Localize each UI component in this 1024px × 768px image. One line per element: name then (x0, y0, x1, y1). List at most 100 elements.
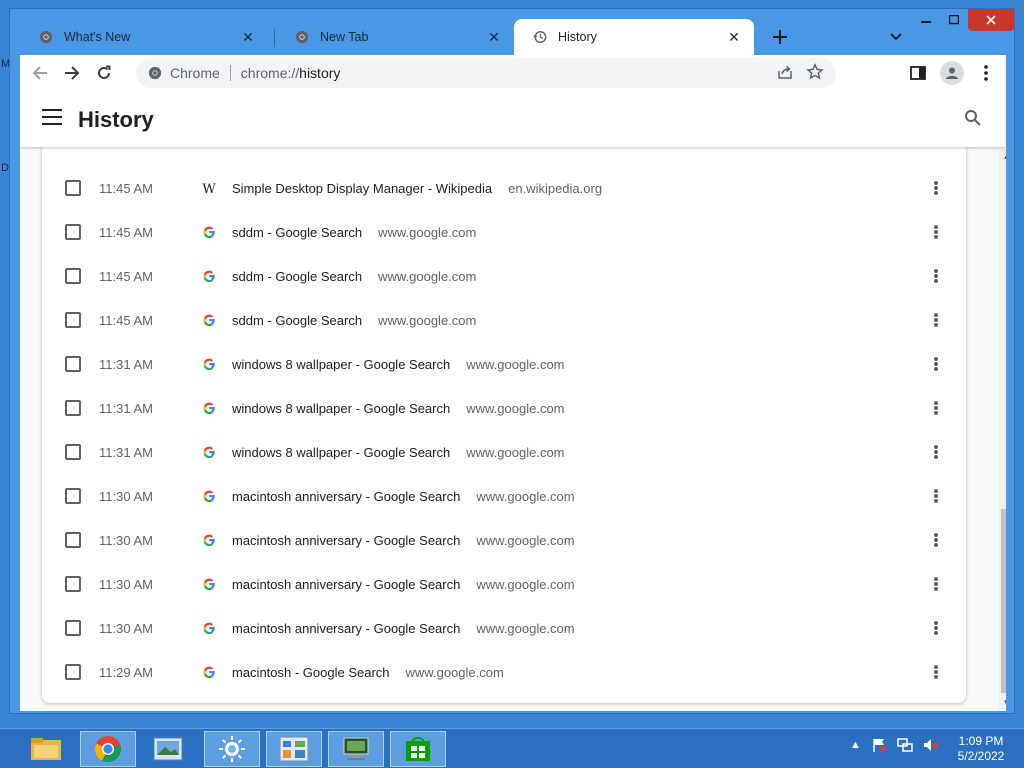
tab-whats-new[interactable]: What's New ✕ (20, 19, 268, 55)
history-row[interactable]: 11:45 AM sddm - Google Search www.google.c… (42, 298, 966, 342)
google-icon (201, 576, 217, 592)
entry-title-link[interactable]: Simple Desktop Display Manager - Wikiped… (232, 181, 492, 196)
chrome-menu-button[interactable] (970, 57, 1002, 89)
row-checkbox[interactable] (65, 356, 81, 372)
row-checkbox[interactable] (65, 180, 81, 196)
more-actions-icon[interactable] (932, 266, 940, 286)
scroll-up-arrow[interactable]: ▲ (999, 149, 1006, 163)
row-checkbox[interactable] (65, 400, 81, 416)
entry-title-link[interactable]: sddm - Google Search (232, 225, 362, 240)
history-row[interactable]: 11:45 AM sddm - Google Search www.google.c… (42, 254, 966, 298)
taskbar-control-panel[interactable] (266, 731, 322, 767)
back-button[interactable] (24, 57, 56, 89)
more-actions-icon[interactable] (932, 222, 940, 242)
row-checkbox[interactable] (65, 488, 81, 504)
tab-history[interactable]: History ✕ (514, 19, 754, 55)
row-checkbox[interactable] (65, 268, 81, 284)
history-entry: sddm - Google Search www.google.com (232, 225, 476, 240)
history-row[interactable]: 11:30 AM macintosh anniversary - Google S… (42, 474, 966, 518)
entry-title-link[interactable]: sddm - Google Search (232, 269, 362, 284)
share-icon[interactable] (776, 63, 794, 81)
entry-domain: www.google.com (476, 576, 575, 592)
new-tab-button[interactable] (768, 25, 792, 49)
reload-button[interactable] (88, 57, 120, 89)
history-row[interactable]: 11:31 AM windows 8 wallpaper - Google Sea… (42, 430, 966, 474)
taskbar-store[interactable] (390, 731, 446, 767)
history-row[interactable]: 11:29 AM macintosh - Google Search www.goo… (42, 650, 966, 694)
address-bar[interactable]: Chrome chrome://history (136, 58, 836, 88)
side-panel-button[interactable] (902, 57, 934, 89)
entry-title-link[interactable]: macintosh anniversary - Google Search (232, 489, 460, 504)
more-actions-icon[interactable] (932, 398, 940, 418)
entry-title-link[interactable]: macintosh anniversary - Google Search (232, 577, 460, 592)
action-center-flag-icon[interactable] (871, 737, 887, 753)
toolbar: Chrome chrome://history (20, 55, 1006, 91)
row-checkbox[interactable] (65, 312, 81, 328)
scrollbar[interactable]: ▲ ▼ (999, 149, 1006, 709)
more-actions-icon[interactable] (932, 310, 940, 330)
scroll-thumb[interactable] (1001, 509, 1006, 693)
google-icon (201, 312, 217, 328)
tab-search-button[interactable] (886, 27, 906, 47)
row-checkbox[interactable] (65, 664, 81, 680)
tab-close-icon[interactable]: ✕ (240, 29, 256, 46)
taskbar-image-viewer[interactable] (140, 731, 196, 767)
history-row[interactable]: 11:45 AM sddm - Google Search www.google.c… (42, 210, 966, 254)
history-row[interactable]: 11:30 AM macintosh anniversary - Google S… (42, 606, 966, 650)
row-checkbox[interactable] (65, 576, 81, 592)
tab-new-tab[interactable]: New Tab ✕ (276, 19, 514, 55)
entry-title-link[interactable]: macintosh anniversary - Google Search (232, 533, 460, 548)
history-entry: windows 8 wallpaper - Google Search www.g… (232, 357, 565, 372)
tab-close-icon[interactable]: ✕ (486, 29, 502, 46)
history-entry: sddm - Google Search www.google.com (232, 313, 476, 328)
entry-title-link[interactable]: windows 8 wallpaper - Google Search (232, 445, 450, 460)
taskbar-settings[interactable] (204, 731, 260, 767)
row-checkbox[interactable] (65, 444, 81, 460)
history-row[interactable]: 11:30 AM macintosh anniversary - Google S… (42, 518, 966, 562)
page-title: History (78, 107, 154, 132)
more-actions-icon[interactable] (932, 574, 940, 594)
search-history-button[interactable] (964, 109, 982, 132)
taskbar-remote-desktop[interactable] (328, 731, 384, 767)
row-checkbox[interactable] (65, 620, 81, 636)
close-window-button[interactable] (968, 9, 1014, 31)
scroll-down-arrow[interactable]: ▼ (999, 695, 1006, 709)
tray-overflow-icon[interactable]: ▲ (850, 739, 861, 751)
volume-muted-icon[interactable] (923, 737, 939, 753)
entry-domain: www.google.com (466, 356, 565, 372)
history-row[interactable]: 11:45 AM W Simple Desktop Display Manager … (42, 166, 966, 210)
bookmark-star-icon[interactable] (806, 63, 824, 81)
more-actions-icon[interactable] (932, 178, 940, 198)
caption-buttons (912, 9, 1014, 35)
more-actions-icon[interactable] (932, 530, 940, 550)
history-row[interactable]: 11:30 AM macintosh anniversary - Google S… (42, 562, 966, 606)
taskbar: ▲ 1:09 PM 5/2/2022 (0, 728, 1024, 768)
more-actions-icon[interactable] (932, 442, 940, 462)
more-actions-icon[interactable] (932, 486, 940, 506)
google-icon (201, 620, 217, 636)
taskbar-chrome[interactable] (80, 731, 136, 767)
taskbar-file-explorer[interactable] (18, 731, 74, 767)
tab-close-icon[interactable]: ✕ (726, 29, 742, 46)
side-panel-icon (910, 66, 926, 80)
more-actions-icon[interactable] (932, 662, 940, 682)
row-checkbox[interactable] (65, 532, 81, 548)
forward-button[interactable] (56, 57, 88, 89)
history-row[interactable]: 11:31 AM windows 8 wallpaper - Google Sea… (42, 386, 966, 430)
network-icon[interactable] (897, 737, 913, 753)
entry-title-link[interactable]: windows 8 wallpaper - Google Search (232, 357, 450, 372)
history-row[interactable]: 11:31 AM windows 8 wallpaper - Google Sea… (42, 342, 966, 386)
menu-icon[interactable] (42, 109, 62, 129)
entry-title-link[interactable]: sddm - Google Search (232, 313, 362, 328)
more-actions-icon[interactable] (932, 354, 940, 374)
more-actions-icon[interactable] (932, 618, 940, 638)
profile-button[interactable] (936, 57, 968, 89)
entry-title-link[interactable]: macintosh anniversary - Google Search (232, 621, 460, 636)
clock[interactable]: 1:09 PM 5/2/2022 (956, 734, 1006, 764)
site-info-chip[interactable]: Chrome (148, 65, 231, 81)
row-checkbox[interactable] (65, 224, 81, 240)
google-icon (201, 268, 217, 284)
entry-title-link[interactable]: windows 8 wallpaper - Google Search (232, 401, 450, 416)
entry-title-link[interactable]: macintosh - Google Search (232, 665, 390, 680)
maximize-button[interactable] (940, 9, 968, 31)
